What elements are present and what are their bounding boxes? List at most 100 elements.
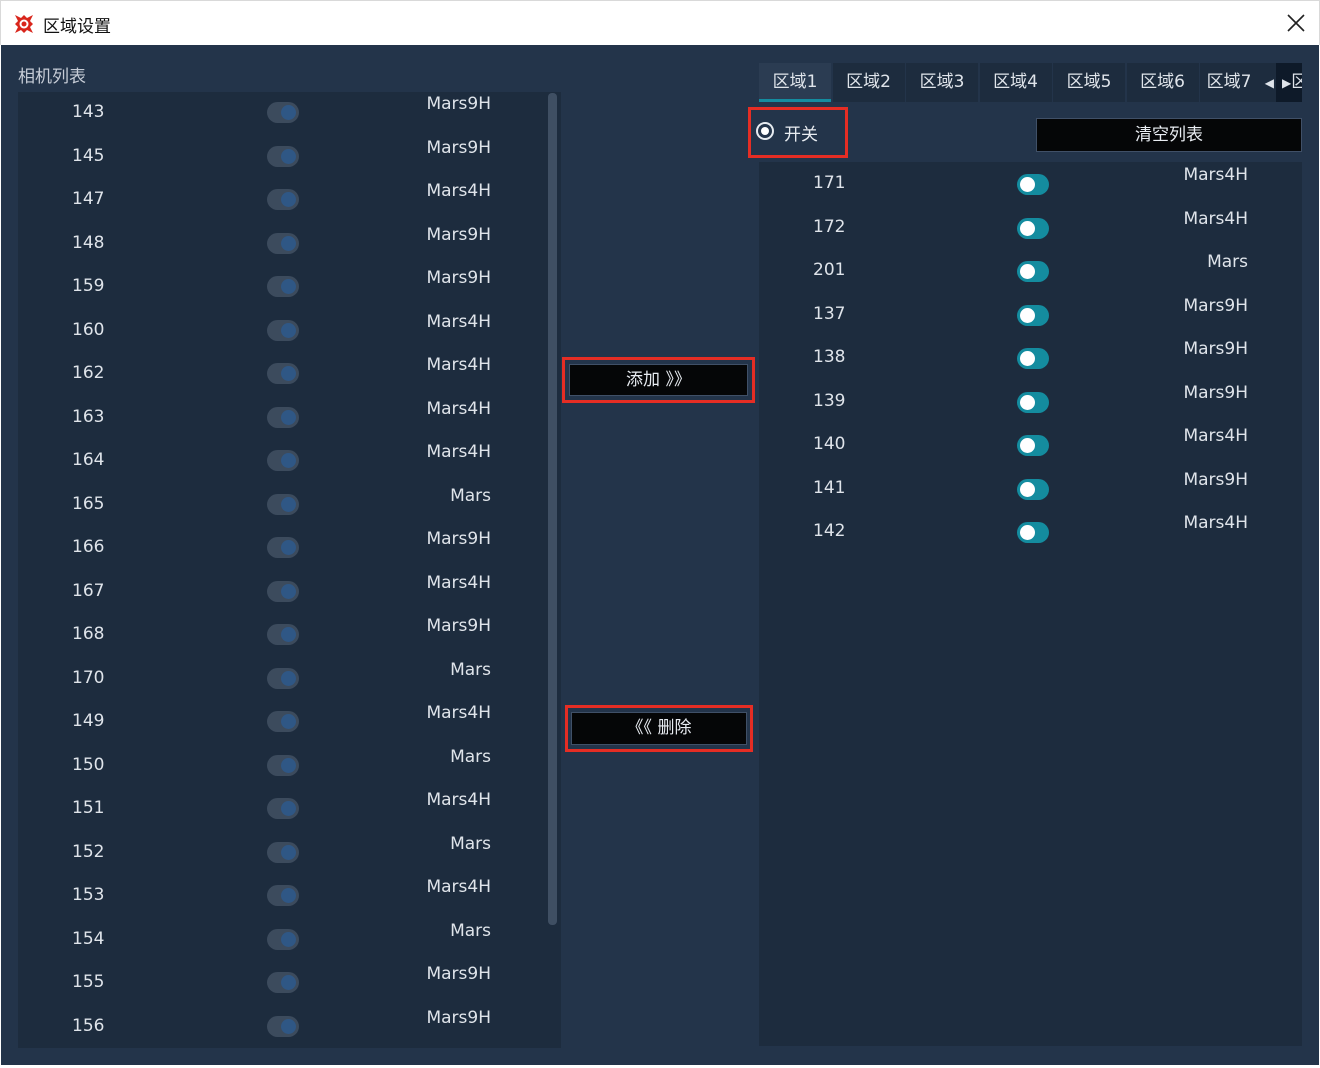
add-button[interactable]: 添加 》》 <box>569 364 748 396</box>
camera-row[interactable]: 152 Mars <box>18 832 548 875</box>
camera-enable-toggle[interactable] <box>267 319 299 341</box>
zone-switch-radio[interactable] <box>756 122 774 140</box>
camera-row[interactable]: 149 Mars4H <box>18 701 548 744</box>
camera-row[interactable]: 170 Mars <box>18 658 548 701</box>
camera-row[interactable]: 164 Mars4H <box>18 440 548 483</box>
camera-row[interactable]: 201 Mars <box>759 249 1302 292</box>
camera-row[interactable]: 159 Mars9H <box>18 266 548 309</box>
app-logo-icon <box>15 15 33 33</box>
camera-enable-toggle[interactable] <box>267 189 299 210</box>
toggle-knob <box>1020 307 1035 323</box>
camera-row[interactable]: 141 Mars9H <box>759 467 1302 510</box>
remove-button[interactable]: 《《 删除 <box>571 712 747 745</box>
camera-row[interactable]: 148 Mars9H <box>18 223 548 266</box>
tab-zone-5[interactable]: 区域5 <box>1053 63 1125 102</box>
camera-row[interactable]: 150 Mars <box>18 745 548 788</box>
toggle-knob <box>281 757 296 773</box>
camera-enable-toggle[interactable] <box>267 754 299 776</box>
camera-enable-toggle[interactable] <box>267 798 299 819</box>
toggle-knob <box>281 801 296 816</box>
close-icon[interactable] <box>1281 7 1311 39</box>
camera-enable-toggle[interactable] <box>1017 174 1049 195</box>
camera-model: Mars9H <box>426 1007 491 1028</box>
camera-id: 150 <box>72 754 105 775</box>
camera-row[interactable]: 168 Mars9H <box>18 614 548 657</box>
camera-row[interactable]: 153 Mars4H <box>18 875 548 918</box>
camera-enable-toggle[interactable] <box>267 450 299 471</box>
camera-id: 137 <box>813 303 846 324</box>
camera-enable-toggle[interactable] <box>267 624 299 645</box>
camera-enable-toggle[interactable] <box>267 406 299 428</box>
camera-list-scrollbar[interactable] <box>548 93 557 925</box>
camera-row[interactable]: 151 Mars4H <box>18 788 548 831</box>
toggle-knob <box>281 670 296 686</box>
toggle-knob <box>281 279 296 294</box>
camera-model: Mars4H <box>426 703 491 723</box>
camera-enable-toggle[interactable] <box>1017 391 1049 413</box>
camera-id: 172 <box>813 216 846 237</box>
camera-enable-toggle[interactable] <box>267 711 299 732</box>
camera-row[interactable]: 154 Mars <box>18 919 548 962</box>
camera-id: 171 <box>813 173 846 193</box>
camera-model: Mars4H <box>426 311 491 332</box>
camera-id: 153 <box>72 885 105 905</box>
camera-enable-toggle[interactable] <box>267 972 299 993</box>
camera-enable-toggle[interactable] <box>267 493 299 515</box>
toggle-knob <box>281 322 296 338</box>
clear-list-button[interactable]: 清空列表 <box>1036 118 1302 152</box>
tab-zone-3[interactable]: 区域3 <box>906 63 978 102</box>
camera-enable-toggle[interactable] <box>1017 304 1049 326</box>
toggle-knob <box>1020 394 1035 410</box>
camera-row[interactable]: 167 Mars4H <box>18 571 548 614</box>
tab-next-icon[interactable]: ▶区 <box>1276 63 1302 102</box>
camera-row[interactable]: 137 Mars9H <box>759 293 1302 336</box>
camera-enable-toggle[interactable] <box>267 145 299 167</box>
tab-zone-6[interactable]: 区域6 <box>1126 63 1199 102</box>
camera-enable-toggle[interactable] <box>267 928 299 950</box>
camera-enable-toggle[interactable] <box>267 537 299 558</box>
tab-prev-icon[interactable]: ◀ <box>1258 63 1276 102</box>
toggle-knob <box>281 888 296 903</box>
camera-model: Mars <box>450 920 491 941</box>
camera-row[interactable]: 143 Mars9H <box>18 92 548 135</box>
camera-model: Mars4H <box>1183 513 1248 533</box>
camera-enable-toggle[interactable] <box>267 232 299 254</box>
camera-row[interactable]: 142 Mars4H <box>759 510 1302 553</box>
camera-enable-toggle[interactable] <box>267 363 299 384</box>
camera-row[interactable]: 166 Mars9H <box>18 527 548 570</box>
camera-enable-toggle[interactable] <box>1017 217 1049 239</box>
tab-zone-7[interactable]: 区域7 <box>1200 63 1258 102</box>
camera-model: Mars9H <box>1183 469 1248 490</box>
camera-enable-toggle[interactable] <box>267 580 299 602</box>
camera-enable-toggle[interactable] <box>267 667 299 689</box>
camera-enable-toggle[interactable] <box>1017 478 1049 500</box>
camera-row[interactable]: 139 Mars9H <box>759 380 1302 423</box>
camera-row[interactable]: 138 Mars9H <box>759 336 1302 379</box>
camera-row[interactable]: 165 Mars <box>18 484 548 527</box>
camera-row[interactable]: 162 Mars4H <box>18 353 548 396</box>
camera-enable-toggle[interactable] <box>1017 435 1049 456</box>
camera-enable-toggle[interactable] <box>267 1015 299 1037</box>
camera-row[interactable]: 172 Mars4H <box>759 206 1302 249</box>
toggle-knob <box>281 844 296 860</box>
camera-row[interactable]: 171 Mars4H <box>759 162 1302 205</box>
camera-id: 142 <box>813 521 846 541</box>
zone-switch-label: 开关 <box>784 125 818 145</box>
camera-row[interactable]: 155 Mars9H <box>18 962 548 1005</box>
camera-row[interactable]: 160 Mars4H <box>18 310 548 353</box>
camera-row[interactable]: 140 Mars4H <box>759 423 1302 466</box>
camera-row[interactable]: 145 Mars9H <box>18 136 548 179</box>
camera-enable-toggle[interactable] <box>267 102 299 123</box>
camera-enable-toggle[interactable] <box>1017 522 1049 543</box>
camera-enable-toggle[interactable] <box>1017 348 1049 369</box>
camera-enable-toggle[interactable] <box>267 841 299 863</box>
tab-zone-1[interactable]: 区域1 <box>759 63 831 102</box>
camera-enable-toggle[interactable] <box>267 885 299 906</box>
tab-zone-2[interactable]: 区域2 <box>832 63 905 102</box>
tab-zone-4[interactable]: 区域4 <box>979 63 1052 102</box>
camera-enable-toggle[interactable] <box>267 276 299 297</box>
camera-row[interactable]: 147 Mars4H <box>18 179 548 222</box>
camera-row[interactable]: 156 Mars9H <box>18 1006 548 1049</box>
camera-row[interactable]: 163 Mars4H <box>18 397 548 440</box>
camera-enable-toggle[interactable] <box>1017 261 1049 282</box>
